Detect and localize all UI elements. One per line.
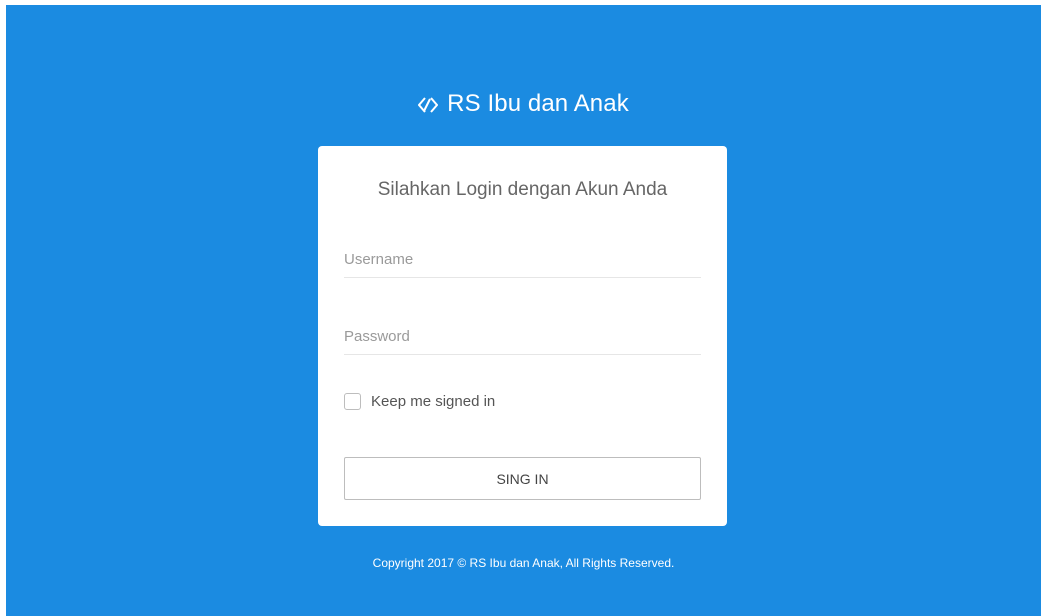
sign-in-button[interactable]: SING IN <box>344 457 701 500</box>
password-input[interactable] <box>344 318 701 355</box>
remember-me-label: Keep me signed in <box>371 393 496 410</box>
username-input[interactable] <box>344 241 701 278</box>
brand-header: RS Ibu dan Anak <box>6 89 1041 119</box>
brand-title: RS Ibu dan Anak <box>447 90 629 117</box>
copyright-text: Copyright 2017 © RS Ibu dan Anak, All Ri… <box>372 556 675 570</box>
remember-me-toggle[interactable]: Keep me signed in <box>344 393 495 410</box>
login-heading: Silahkan Login dengan Akun Anda <box>377 179 668 200</box>
remember-me-checkbox[interactable] <box>344 393 361 410</box>
login-card: Silahkan Login dengan Akun Anda Keep me … <box>318 146 727 526</box>
diamond-chevrons-icon <box>417 94 439 114</box>
login-page-background: RS Ibu dan Anak Silahkan Login dengan Ak… <box>6 5 1041 616</box>
